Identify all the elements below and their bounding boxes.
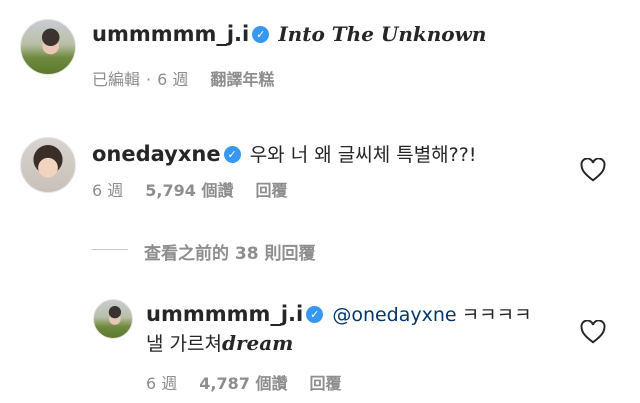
reply-1-meta: 6 週 4,787 個讚 回覆 [146, 370, 341, 394]
avatar-ummmmm-ji[interactable] [20, 19, 76, 75]
time-label[interactable]: 6 週 [146, 374, 177, 393]
verified-badge-icon: ✓ [252, 26, 270, 43]
username-link[interactable]: onedayxne [92, 142, 221, 166]
reply-1-line-1: ummmmm_j.i ✓ @onedayxne ㅋㅋㅋㅋ [146, 300, 532, 327]
view-previous-replies[interactable]: 查看之前的 38 則回覆 [144, 239, 316, 264]
likes-count[interactable]: 5,794 個讚 [145, 181, 233, 200]
verified-badge-icon: ✓ [223, 146, 241, 163]
time-label[interactable]: 6 週 [157, 70, 188, 89]
avatar-onedayxne[interactable] [20, 137, 76, 193]
username-link[interactable]: ummmmm_j.i [146, 302, 303, 326]
username-link[interactable]: ummmmm_j.i [92, 22, 249, 46]
replies-divider [92, 249, 128, 250]
avatar-ummmmm-ji-reply[interactable] [93, 299, 133, 339]
heart-icon[interactable] [580, 158, 606, 182]
comment-2-meta: 6 週 5,794 個讚 回覆 [92, 177, 287, 201]
comment-2-line: onedayxne ✓ 우와 너 왜 글씨체 특별해??! [92, 140, 476, 167]
comment-text: Into The Unknown [278, 22, 487, 46]
edited-label: 已編輯 [92, 70, 141, 89]
reply-text-styled: dream [221, 331, 294, 355]
mention-link[interactable]: @onedayxne [332, 304, 456, 326]
verified-badge-icon: ✓ [306, 306, 324, 323]
reply-button[interactable]: 回覆 [255, 181, 287, 200]
heart-icon[interactable] [580, 320, 606, 344]
reply-1-line-2: 낼 가르쳐dream [146, 329, 293, 356]
comment-1-line: ummmmm_j.i ✓ Into The Unknown [92, 22, 486, 46]
comment-text: 우와 너 왜 글씨체 특별해??! [249, 144, 477, 166]
translate-button[interactable]: 翻譯年糕 [210, 70, 274, 89]
comment-1-meta: 已編輯 · 6 週翻譯年糕 [92, 70, 275, 89]
reply-text-tail: ㅋㅋㅋㅋ [461, 304, 532, 326]
reply-button[interactable]: 回覆 [309, 374, 341, 393]
reply-text-ko: 낼 가르쳐 [146, 333, 222, 355]
time-label[interactable]: 6 週 [92, 181, 123, 200]
likes-count[interactable]: 4,787 個讚 [199, 374, 287, 393]
